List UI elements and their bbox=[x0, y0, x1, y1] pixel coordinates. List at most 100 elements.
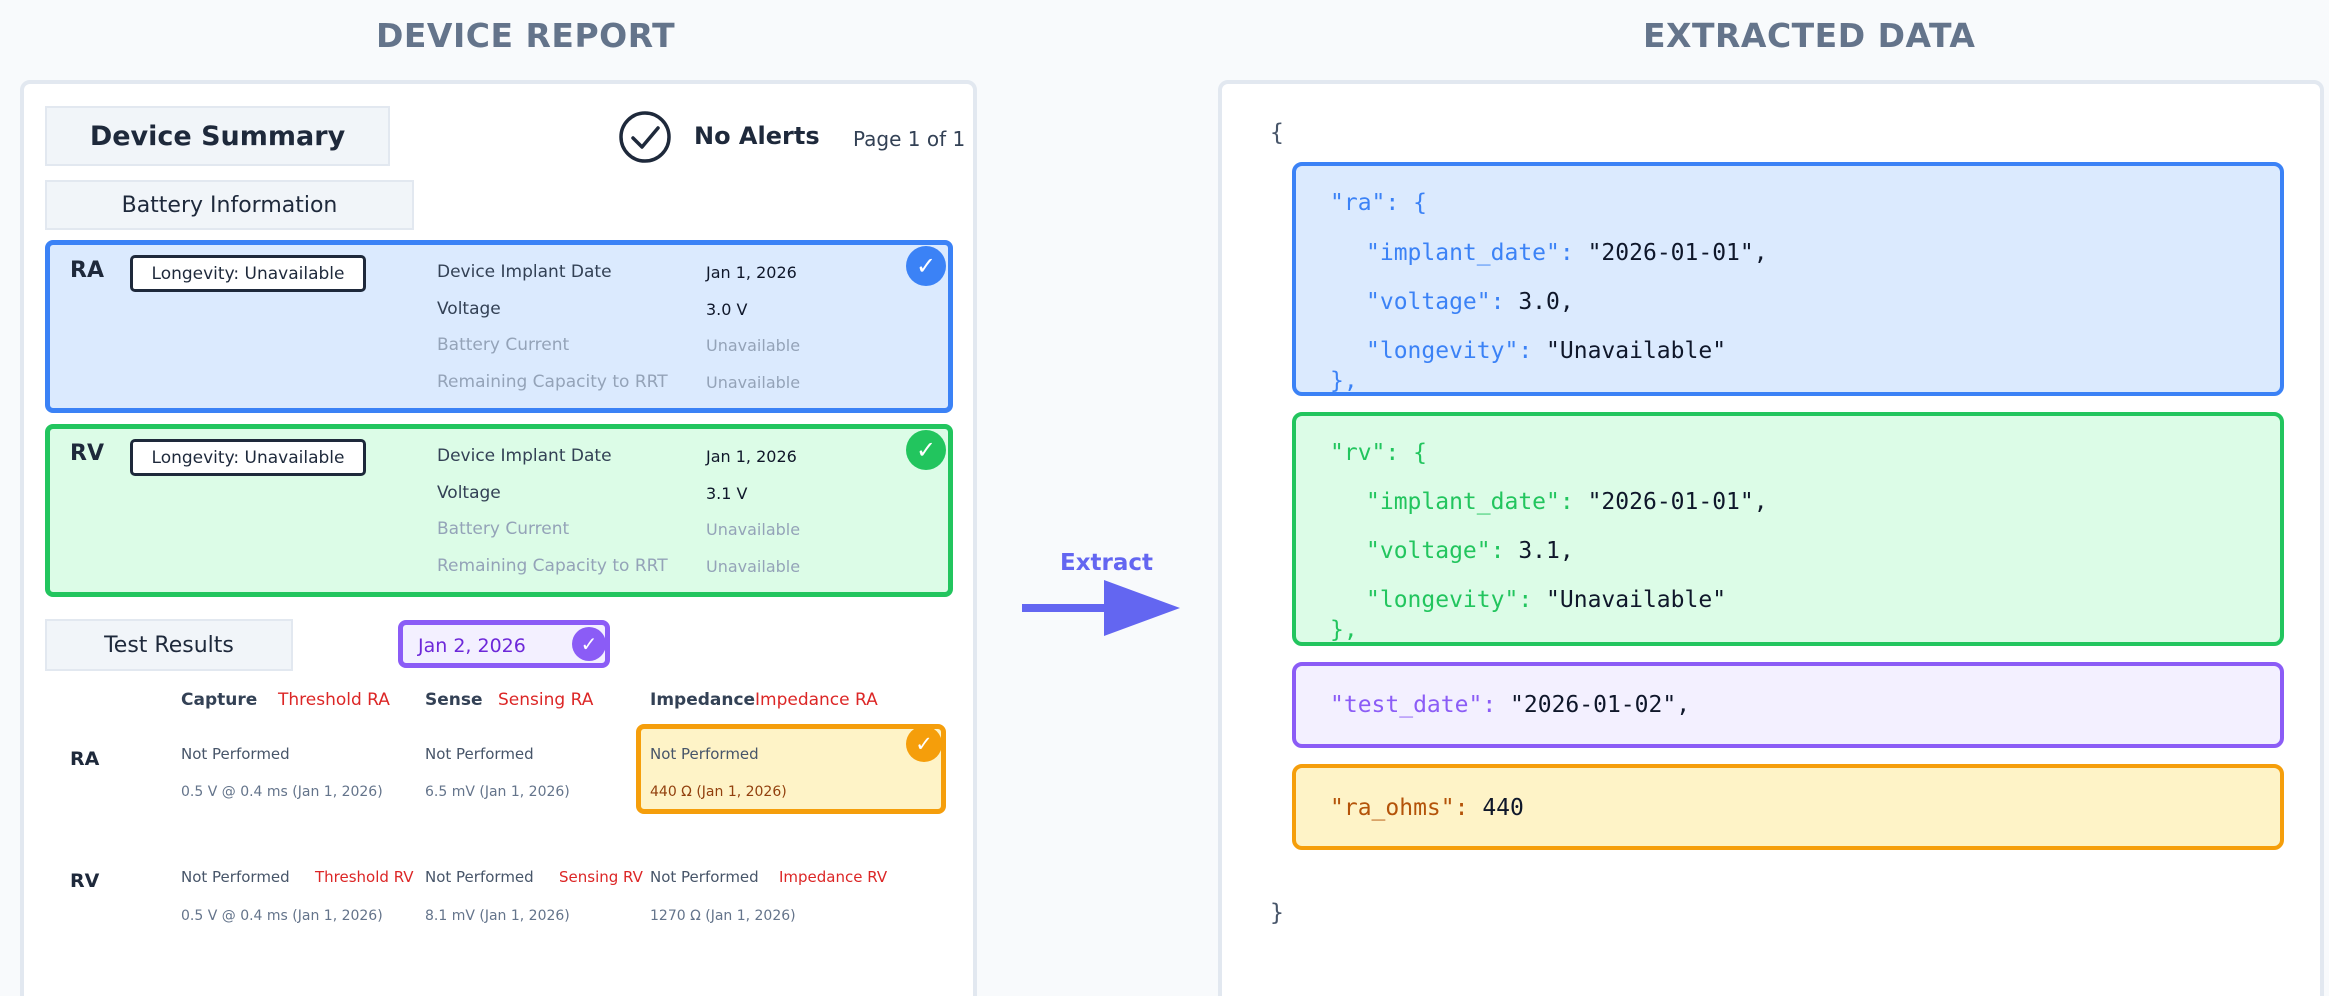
ra-impedance-value: 440 Ω (Jan 1, 2026) bbox=[650, 784, 787, 800]
threshold-rv-label: Threshold RV bbox=[315, 868, 414, 886]
json-ra-obj-open: : { bbox=[1385, 190, 1427, 216]
rv-implant-date-value: Jan 1, 2026 bbox=[706, 447, 797, 466]
ra-test-row-label: RA bbox=[70, 748, 100, 770]
ra-battery-current-value: Unavailable bbox=[706, 336, 801, 355]
sensing-rv-label: Sensing RV bbox=[559, 868, 643, 886]
test-date-value: Jan 2, 2026 bbox=[418, 635, 526, 657]
rv-check-badge-icon: ✓ bbox=[906, 430, 946, 470]
json-rv-implant-value: "2026-01-01", bbox=[1587, 489, 1768, 515]
ra-sense-value: 6.5 mV (Jan 1, 2026) bbox=[425, 784, 570, 800]
ra-impedance-highlight-box bbox=[636, 724, 946, 814]
impedance-rv-label: Impedance RV bbox=[779, 868, 888, 886]
test-results-label: Test Results bbox=[45, 619, 293, 671]
json-rv-voltage-value: 3.1, bbox=[1518, 538, 1574, 564]
ra-implant-date-value: Jan 1, 2026 bbox=[706, 263, 797, 282]
json-ra-key: "ra" bbox=[1330, 190, 1386, 216]
ra-label: RA bbox=[70, 258, 104, 283]
device-report-title: DEVICE REPORT bbox=[376, 16, 676, 55]
json-rv-voltage-line: "voltage": 3.1, bbox=[1366, 538, 1574, 564]
rv-impedance-status: Not Performed bbox=[650, 868, 759, 886]
device-summary-label: Device Summary bbox=[45, 106, 390, 166]
ra-implant-date-label: Device Implant Date bbox=[437, 262, 612, 282]
ra-sense-status: Not Performed bbox=[425, 745, 534, 763]
json-rv-voltage-colon: : bbox=[1490, 538, 1519, 564]
json-ra-voltage-key: "voltage" bbox=[1366, 289, 1491, 315]
extracted-data-title: EXTRACTED DATA bbox=[1643, 16, 1976, 55]
json-rv-implant-line: "implant_date": "2026-01-01", bbox=[1366, 489, 1768, 515]
ra-impedance-status: Not Performed bbox=[650, 745, 759, 763]
ra-voltage-value: 3.0 V bbox=[706, 300, 748, 319]
json-rv-longevity-key: "longevity" bbox=[1366, 587, 1519, 613]
json-ra-implant-value: "2026-01-01", bbox=[1587, 240, 1768, 266]
json-ra-ohms-value: 440 bbox=[1482, 795, 1524, 821]
page-indicator: Page 1 of 1 bbox=[853, 127, 966, 151]
json-ra-longevity-colon: : bbox=[1518, 338, 1547, 364]
json-close-brace: } bbox=[1270, 900, 1284, 926]
rv-sense-status: Not Performed bbox=[425, 868, 534, 886]
rv-voltage-value: 3.1 V bbox=[706, 484, 748, 503]
capture-column-header: Capture bbox=[181, 690, 258, 710]
json-ra-obj-close: }, bbox=[1330, 368, 1358, 394]
json-test-date-colon: : bbox=[1482, 692, 1511, 718]
rv-battery-current-value: Unavailable bbox=[706, 520, 801, 539]
rv-battery-current-label: Battery Current bbox=[437, 519, 570, 539]
rv-capture-status: Not Performed bbox=[181, 868, 290, 886]
json-rv-implant-key: "implant_date" bbox=[1366, 489, 1560, 515]
check-circle-icon bbox=[618, 110, 672, 164]
json-open-brace: { bbox=[1270, 120, 1284, 146]
ra-longevity-tag: Longevity: Unavailable bbox=[130, 255, 366, 292]
json-ra-longevity-key: "longevity" bbox=[1366, 338, 1519, 364]
json-ra-implant-line: "implant_date": "2026-01-01", bbox=[1366, 240, 1768, 266]
json-ra-voltage-value: 3.0, bbox=[1518, 289, 1574, 315]
rv-voltage-label: Voltage bbox=[437, 483, 501, 503]
json-rv-key: "rv" bbox=[1330, 440, 1386, 466]
json-ra-longevity-line: "longevity": "Unavailable" bbox=[1366, 338, 1726, 364]
extract-arrow-icon bbox=[1022, 580, 1182, 636]
json-test-date-line: "test_date": "2026-01-02", bbox=[1330, 692, 1690, 718]
battery-information-label: Battery Information bbox=[45, 180, 414, 230]
rv-remaining-capacity-label: Remaining Capacity to RRT bbox=[437, 556, 668, 576]
json-rv-longevity-line: "longevity": "Unavailable" bbox=[1366, 587, 1726, 613]
rv-label: RV bbox=[70, 441, 104, 466]
ra-check-badge-icon: ✓ bbox=[906, 246, 946, 286]
test-date-check-badge-icon: ✓ bbox=[572, 627, 606, 661]
json-ra-ohms-colon: : bbox=[1454, 795, 1483, 821]
json-rv-obj-open: : { bbox=[1385, 440, 1427, 466]
rv-impedance-value: 1270 Ω (Jan 1, 2026) bbox=[650, 908, 796, 924]
sense-column-header: Sense bbox=[425, 690, 483, 710]
rv-implant-date-label: Device Implant Date bbox=[437, 446, 612, 466]
rv-capture-value: 0.5 V @ 0.4 ms (Jan 1, 2026) bbox=[181, 908, 383, 924]
json-rv-key-line: "rv": { bbox=[1330, 440, 1427, 466]
json-ra-implant-key: "implant_date" bbox=[1366, 240, 1560, 266]
ra-capture-value: 0.5 V @ 0.4 ms (Jan 1, 2026) bbox=[181, 784, 383, 800]
json-rv-voltage-key: "voltage" bbox=[1366, 538, 1491, 564]
rv-remaining-capacity-value: Unavailable bbox=[706, 557, 801, 576]
impedance-column-header: Impedance bbox=[650, 690, 756, 710]
rv-test-row-label: RV bbox=[70, 870, 100, 892]
json-rv-longevity-colon: : bbox=[1518, 587, 1547, 613]
json-ra-voltage-colon: : bbox=[1490, 289, 1519, 315]
impedance-ra-label: Impedance RA bbox=[755, 690, 878, 710]
ra-remaining-capacity-value: Unavailable bbox=[706, 373, 801, 392]
json-test-date-value: "2026-01-02", bbox=[1510, 692, 1691, 718]
ra-remaining-capacity-label: Remaining Capacity to RRT bbox=[437, 372, 668, 392]
json-ra-longevity-value: "Unavailable" bbox=[1546, 338, 1727, 364]
json-rv-implant-colon: : bbox=[1559, 489, 1588, 515]
json-ra-key-line: "ra": { bbox=[1330, 190, 1427, 216]
json-test-date-key: "test_date" bbox=[1330, 692, 1483, 718]
ra-voltage-label: Voltage bbox=[437, 299, 501, 319]
extract-arrow-label: Extract bbox=[1060, 550, 1154, 576]
rv-longevity-tag: Longevity: Unavailable bbox=[130, 439, 366, 476]
ra-impedance-check-badge-icon: ✓ bbox=[906, 726, 942, 762]
json-ra-voltage-line: "voltage": 3.0, bbox=[1366, 289, 1574, 315]
alerts-status: No Alerts bbox=[694, 122, 820, 150]
json-rv-obj-close: }, bbox=[1330, 617, 1358, 643]
ra-battery-current-label: Battery Current bbox=[437, 335, 570, 355]
json-ra-ohms-line: "ra_ohms": 440 bbox=[1330, 795, 1524, 821]
json-ra-implant-colon: : bbox=[1559, 240, 1588, 266]
json-rv-longevity-value: "Unavailable" bbox=[1546, 587, 1727, 613]
ra-capture-status: Not Performed bbox=[181, 745, 290, 763]
threshold-ra-label: Threshold RA bbox=[278, 690, 390, 710]
rv-sense-value: 8.1 mV (Jan 1, 2026) bbox=[425, 908, 570, 924]
json-ra-ohms-key: "ra_ohms" bbox=[1330, 795, 1455, 821]
